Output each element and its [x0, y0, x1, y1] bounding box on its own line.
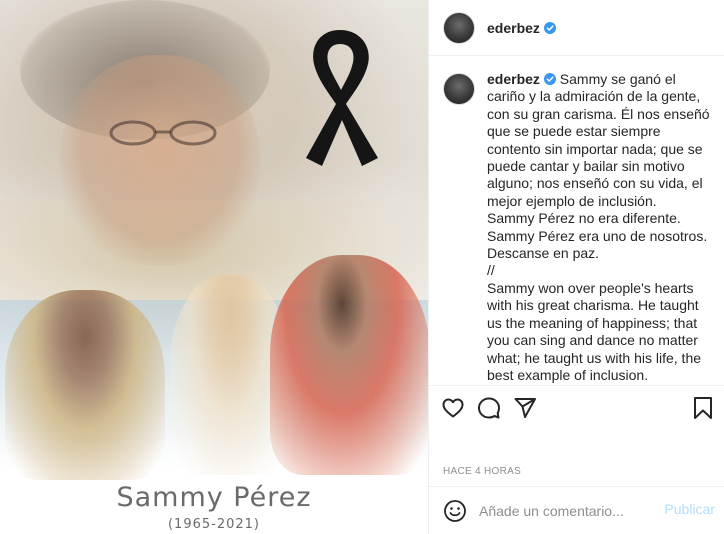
verified-badge-icon [543, 21, 556, 34]
caption-avatar[interactable] [443, 73, 475, 105]
memorial-years: (1965-2021) [167, 517, 260, 532]
scene-person-right [270, 255, 428, 475]
comments-area[interactable]: ederbez Sammy se ganó el cariño y la adm… [429, 57, 724, 385]
comment-icon[interactable] [477, 396, 501, 420]
portrait-face [60, 55, 260, 265]
scene-person-left [5, 290, 165, 480]
memorial-name: Sammy Pérez [116, 482, 312, 513]
bookmark-icon[interactable] [691, 396, 715, 420]
mourning-ribbon-icon [306, 30, 378, 166]
avatar[interactable] [443, 11, 475, 44]
post-sidebar: ederbez ederbez Sammy se ganó el cariño … [428, 0, 724, 534]
caption-username[interactable]: ederbez [487, 71, 540, 87]
post-media[interactable]: Sammy Pérez (1965-2021) [0, 0, 428, 534]
post-comment-button[interactable]: Publicar [664, 501, 715, 517]
emoji-icon[interactable] [443, 499, 467, 523]
heart-icon[interactable] [441, 396, 465, 420]
post-timestamp[interactable]: HACE 4 HORAS [443, 466, 521, 477]
verified-badge-icon [543, 73, 556, 85]
header-username[interactable]: ederbez [487, 20, 540, 36]
post-caption: ederbez Sammy se ganó el cariño y la adm… [487, 71, 713, 385]
action-bar [429, 385, 724, 433]
comment-input[interactable] [479, 501, 659, 521]
share-icon[interactable] [513, 396, 537, 420]
comment-form: Publicar [429, 486, 724, 534]
caption-text: Sammy se ganó el cariño y la admiración … [487, 71, 710, 385]
post-header: ederbez [429, 0, 724, 56]
portrait-glasses [109, 120, 217, 146]
